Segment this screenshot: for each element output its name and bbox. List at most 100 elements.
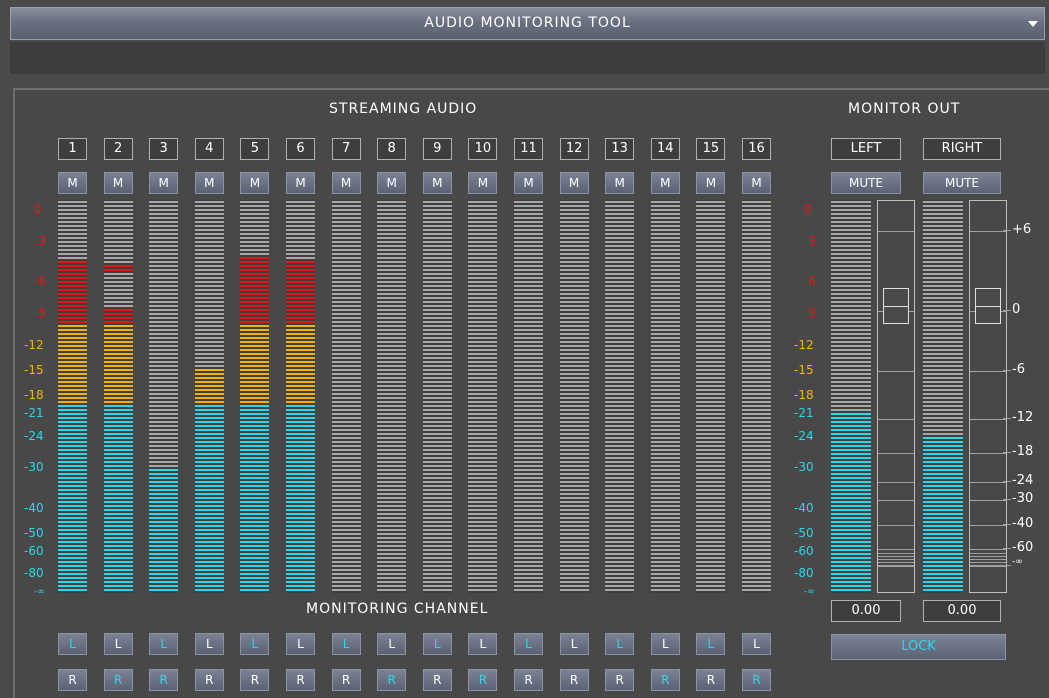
right-monitor-button-channel-13[interactable]: R (605, 669, 635, 691)
meter-segment (831, 201, 871, 203)
mute-button-channel-15[interactable]: M (696, 172, 726, 194)
mute-button-channel-6[interactable]: M (286, 172, 315, 194)
right-monitor-button-channel-9[interactable]: R (422, 669, 452, 691)
scale-left-1: -3 (34, 234, 46, 248)
mute-button-channel-3[interactable]: M (149, 172, 179, 194)
meter-segment (742, 201, 771, 203)
meter-segment (377, 257, 407, 259)
left-monitor-button-channel-12[interactable]: L (559, 633, 589, 655)
meter-segment (742, 241, 771, 243)
meter-segment (286, 317, 315, 319)
left-monitor-button-channel-13[interactable]: L (605, 633, 635, 655)
monitor-left-readout[interactable]: 0.00 (831, 600, 901, 622)
right-monitor-button-channel-2[interactable]: R (103, 669, 133, 691)
left-monitor-button-channel-5[interactable]: L (240, 633, 270, 655)
left-monitor-button-channel-6[interactable]: L (286, 633, 315, 655)
meter-segment (468, 241, 498, 243)
mute-button-channel-9[interactable]: M (422, 172, 452, 194)
mute-button-channel-2[interactable]: M (103, 172, 133, 194)
meter-segment (742, 521, 771, 523)
mute-button-channel-4[interactable]: M (194, 172, 224, 194)
meter-segment (331, 517, 361, 519)
monitor-left-fader[interactable] (877, 200, 915, 593)
meter-segment (650, 441, 680, 443)
meter-segment (194, 445, 224, 447)
meter-segment (58, 221, 87, 223)
left-monitor-button-channel-15[interactable]: L (696, 633, 726, 655)
dropdown-arrow-icon[interactable] (1028, 21, 1038, 27)
meter-segment (605, 345, 635, 347)
meter-segment (742, 265, 771, 267)
mute-button-channel-1[interactable]: M (58, 172, 87, 194)
monitor-right-readout[interactable]: 0.00 (923, 600, 1001, 622)
left-monitor-button-channel-16[interactable]: L (742, 633, 771, 655)
left-monitor-button-channel-2[interactable]: L (103, 633, 133, 655)
meter-segment (377, 289, 407, 291)
right-monitor-button-channel-6[interactable]: R (286, 669, 315, 691)
mute-button-channel-16[interactable]: M (742, 172, 771, 194)
lock-button[interactable]: LOCK (831, 634, 1006, 660)
left-monitor-button-channel-10[interactable]: L (468, 633, 498, 655)
right-monitor-button-channel-10[interactable]: R (468, 669, 498, 691)
left-monitor-button-channel-14[interactable]: L (650, 633, 680, 655)
mute-button-channel-7[interactable]: M (331, 172, 361, 194)
right-monitor-button-channel-5[interactable]: R (240, 669, 270, 691)
mute-button-channel-14[interactable]: M (650, 172, 680, 194)
meter-segment (149, 305, 179, 307)
right-monitor-button-channel-8[interactable]: R (377, 669, 407, 691)
monitor-left-mute-button[interactable]: MUTE (831, 172, 901, 194)
mute-button-channel-5[interactable]: M (240, 172, 270, 194)
meter-segment (103, 481, 133, 483)
right-monitor-button-channel-15[interactable]: R (696, 669, 726, 691)
right-monitor-button-channel-11[interactable]: R (514, 669, 543, 691)
right-monitor-button-channel-12[interactable]: R (559, 669, 589, 691)
left-monitor-button-channel-1[interactable]: L (58, 633, 87, 655)
meter-segment (194, 273, 224, 275)
monitor-left-fader-knob[interactable] (883, 288, 909, 324)
mute-button-channel-8[interactable]: M (377, 172, 407, 194)
left-monitor-button-channel-7[interactable]: L (331, 633, 361, 655)
mute-button-channel-11[interactable]: M (514, 172, 543, 194)
monitor-right-mute-button[interactable]: MUTE (923, 172, 1001, 194)
meter-segment (559, 237, 589, 239)
right-monitor-button-channel-14[interactable]: R (650, 669, 680, 691)
right-monitor-button-channel-3[interactable]: R (149, 669, 179, 691)
mute-button-channel-12[interactable]: M (559, 172, 589, 194)
meter-segment (514, 425, 543, 427)
meter-segment (58, 237, 87, 239)
meter-segment (923, 329, 963, 331)
meter-segment (650, 241, 680, 243)
left-monitor-button-channel-3[interactable]: L (149, 633, 179, 655)
meter-segment (194, 333, 224, 335)
meter-segment (58, 481, 87, 483)
right-monitor-button-channel-4[interactable]: R (194, 669, 224, 691)
meter-segment (240, 513, 270, 515)
meter-segment (377, 405, 407, 407)
meter-segment (468, 317, 498, 319)
monitor-right-fader-knob[interactable] (975, 288, 1001, 324)
meter-segment (650, 309, 680, 311)
meter-segment (286, 441, 315, 443)
meter-segment (194, 213, 224, 215)
mute-button-channel-13[interactable]: M (605, 172, 635, 194)
right-monitor-button-channel-7[interactable]: R (331, 669, 361, 691)
meter-segment (194, 453, 224, 455)
meter-segment (377, 249, 407, 251)
left-monitor-button-channel-11[interactable]: L (514, 633, 543, 655)
meter-segment (605, 329, 635, 331)
left-monitor-button-channel-4[interactable]: L (194, 633, 224, 655)
meter-segment (194, 377, 224, 379)
left-monitor-button-channel-8[interactable]: L (377, 633, 407, 655)
monitor-right-fader[interactable] (969, 200, 1007, 593)
meter-segment (240, 369, 270, 371)
meter-segment (194, 389, 224, 391)
meter-segment (923, 577, 963, 579)
meter-segment (331, 557, 361, 559)
meter-segment (103, 421, 133, 423)
mute-button-channel-10[interactable]: M (468, 172, 498, 194)
right-monitor-button-channel-16[interactable]: R (742, 669, 771, 691)
meter-segment (605, 525, 635, 527)
left-monitor-button-channel-9[interactable]: L (422, 633, 452, 655)
right-monitor-button-channel-1[interactable]: R (58, 669, 87, 691)
meter-segment (742, 345, 771, 347)
